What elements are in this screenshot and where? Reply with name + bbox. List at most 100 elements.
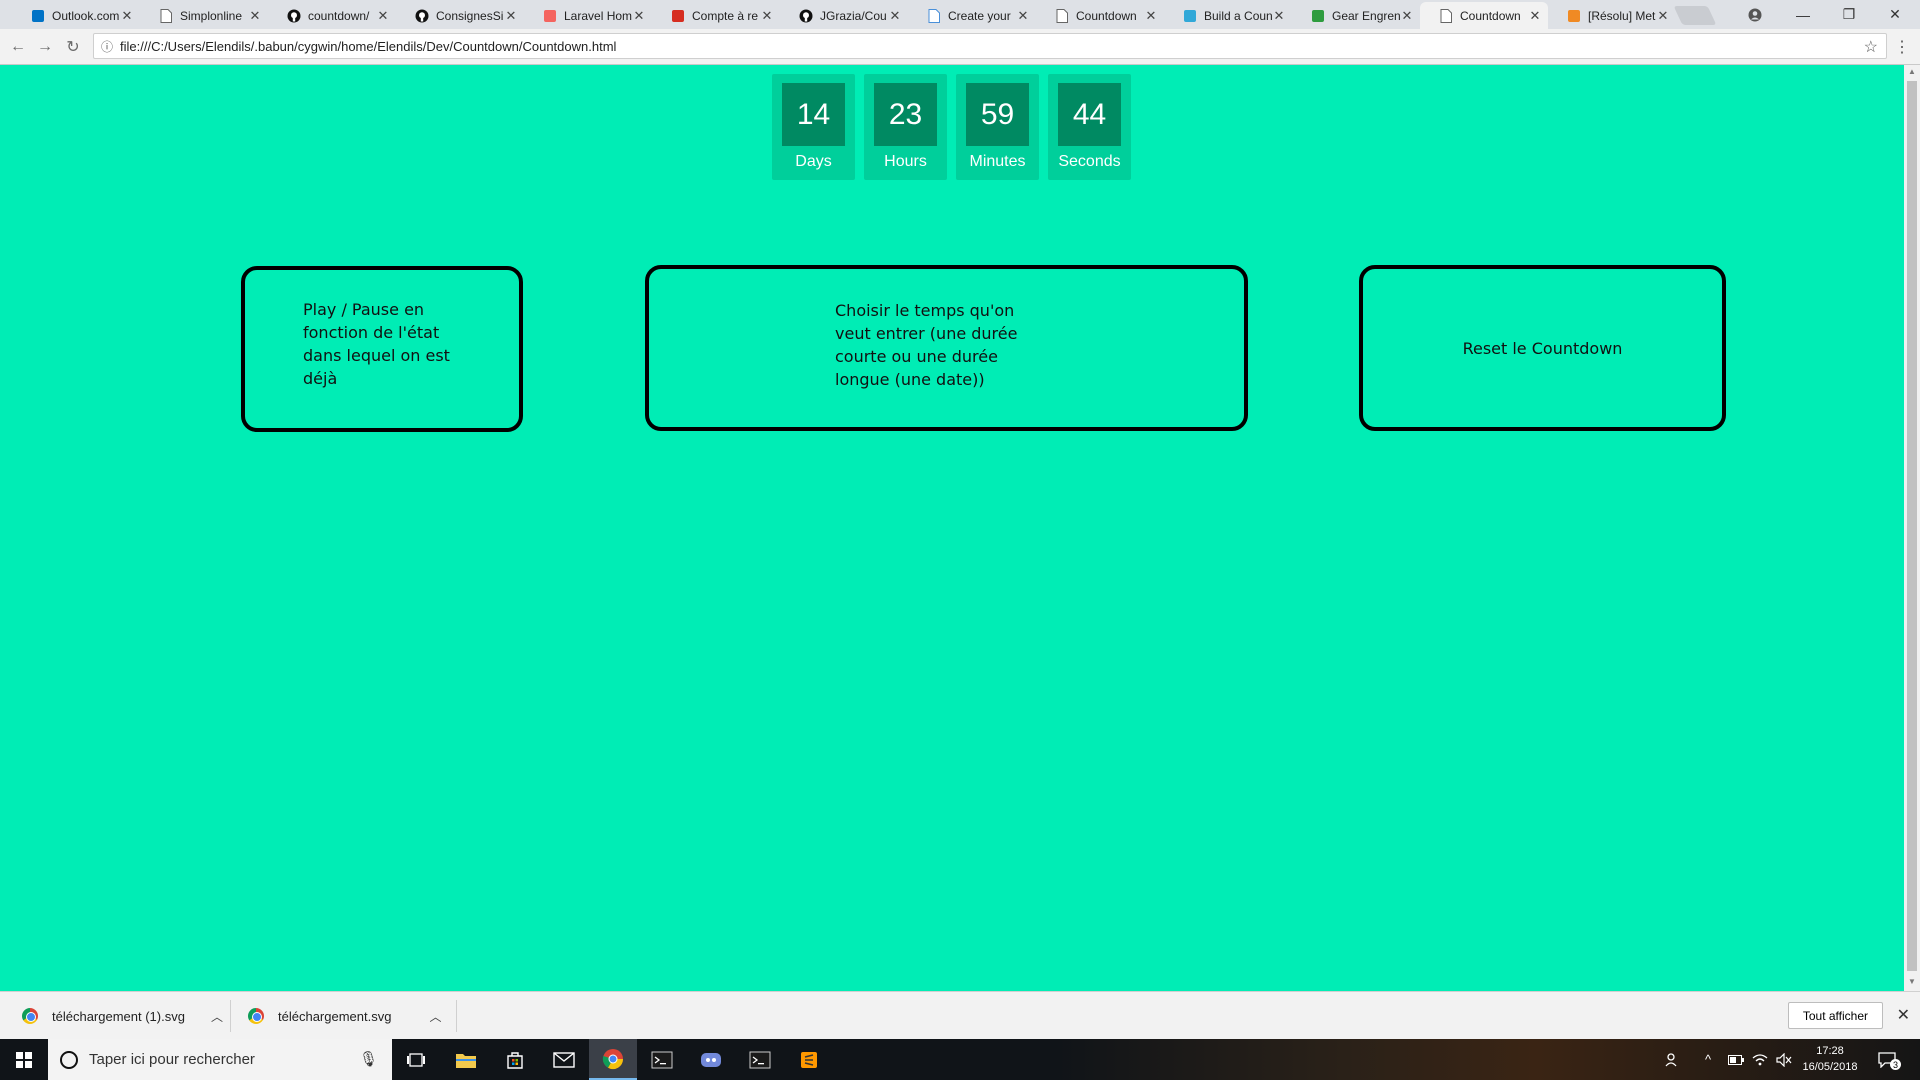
terminal-icon[interactable]: [638, 1039, 686, 1080]
browser-tab[interactable]: Laravel Hom ✕: [524, 2, 652, 29]
discord-icon[interactable]: [687, 1039, 735, 1080]
browser-tab[interactable]: Gear Engren ✕: [1292, 2, 1420, 29]
browser-tab[interactable]: JGrazia/Cou ✕: [780, 2, 908, 29]
close-window-button[interactable]: ✕: [1872, 0, 1918, 29]
swirl-icon: [670, 8, 686, 24]
terminal-icon[interactable]: [736, 1039, 784, 1080]
task-view-icon[interactable]: [392, 1039, 440, 1080]
browser-tab[interactable]: countdown/ ✕: [268, 2, 396, 29]
system-clock[interactable]: 17:28 16/05/2018: [1795, 1043, 1865, 1075]
chevron-up-icon[interactable]: ︿: [211, 1008, 223, 1025]
store-icon[interactable]: [491, 1039, 539, 1080]
chevron-up-icon[interactable]: ︿: [429, 1008, 441, 1025]
divider: [456, 1000, 457, 1032]
tab-title: Countdown: [1076, 8, 1137, 23]
tab-close-icon[interactable]: ✕: [120, 8, 134, 24]
windows-taskbar: Taper ici pour rechercher 🎙 ^ 17:28 16/0…: [0, 1039, 1920, 1080]
tab-close-icon[interactable]: ✕: [632, 8, 646, 24]
countdown-value: 14: [782, 83, 845, 146]
browser-menu-icon[interactable]: ⋮: [1894, 37, 1910, 57]
tab-close-icon[interactable]: ✕: [248, 8, 262, 24]
people-icon[interactable]: [1665, 1039, 1681, 1080]
info-icon[interactable]: ⓘ: [94, 38, 120, 55]
ccm-icon: [1566, 8, 1582, 24]
tab-close-icon[interactable]: ✕: [504, 8, 518, 24]
chevron-up-icon[interactable]: ^: [1705, 1039, 1711, 1080]
taskbar-search[interactable]: Taper ici pour rechercher 🎙: [48, 1039, 392, 1080]
tab-title: Simplonline: [180, 8, 243, 23]
tab-close-icon[interactable]: ✕: [376, 8, 390, 24]
github-icon: [286, 8, 302, 24]
microphone-icon[interactable]: 🎙: [359, 1050, 378, 1068]
battery-icon[interactable]: [1728, 1039, 1744, 1080]
show-all-downloads-button[interactable]: Tout afficher: [1787, 1002, 1883, 1029]
tab-close-icon[interactable]: ✕: [1144, 8, 1158, 24]
notification-center-icon[interactable]: 3: [1878, 1039, 1901, 1080]
tab-close-icon[interactable]: ✕: [1528, 8, 1542, 24]
github-icon: [798, 8, 814, 24]
url-text[interactable]: file:///C:/Users/Elendils/.babun/cygwin/…: [120, 39, 616, 54]
browser-tab[interactable]: Countdown ✕: [1036, 2, 1164, 29]
tab-close-icon[interactable]: ✕: [1272, 8, 1286, 24]
countdown-minutes: 59 Minutes: [956, 74, 1039, 180]
restore-button[interactable]: ❐: [1826, 0, 1872, 29]
countdown-value: 44: [1058, 83, 1121, 146]
sublime-text-icon[interactable]: [785, 1039, 833, 1080]
px-icon: [1310, 8, 1326, 24]
clock-time: 17:28: [1816, 1045, 1844, 1057]
tab-close-icon[interactable]: ✕: [1656, 8, 1670, 24]
countdown-seconds: 44 Seconds: [1048, 74, 1131, 180]
minimize-button[interactable]: —: [1780, 0, 1826, 29]
download-item[interactable]: téléchargement.svg ︿: [248, 992, 441, 1040]
tab-title: Countdown: [1460, 8, 1521, 23]
chrome-icon[interactable]: [589, 1039, 637, 1080]
mail-icon[interactable]: [540, 1039, 588, 1080]
vertical-scrollbar[interactable]: ▲ ▼: [1904, 65, 1920, 991]
chrome-file-icon: [248, 1008, 264, 1024]
browser-tab[interactable]: [Résolu] Met ✕: [1548, 2, 1676, 29]
browser-tab[interactable]: ConsignesSi ✕: [396, 2, 524, 29]
play-pause-box[interactable]: Play / Pause en fonction de l'état dans …: [241, 266, 523, 432]
start-button[interactable]: [0, 1039, 48, 1080]
browser-tab[interactable]: Create your ✕: [908, 2, 1036, 29]
tab-title: JGrazia/Cou: [820, 8, 887, 23]
tab-close-icon[interactable]: ✕: [760, 8, 774, 24]
wifi-icon[interactable]: [1752, 1039, 1768, 1080]
scroll-up-arrow-icon[interactable]: ▲: [1904, 67, 1920, 81]
bookmark-star-icon[interactable]: ☆: [1864, 37, 1878, 57]
profile-icon[interactable]: [1732, 0, 1778, 29]
countdown-days: 14 Days: [772, 74, 855, 180]
browser-tab[interactable]: Countdown ✕: [1420, 2, 1548, 29]
cortana-icon: [60, 1050, 78, 1069]
scrollbar-thumb[interactable]: [1907, 81, 1917, 971]
countdown-timer: 14 Days 23 Hours 59 Minutes 44 Seconds: [772, 74, 1131, 180]
download-item[interactable]: téléchargement (1).svg ︿: [22, 992, 223, 1040]
browser-tab[interactable]: Simplonline ✕: [140, 2, 268, 29]
scroll-down-arrow-icon[interactable]: ▼: [1904, 977, 1920, 991]
address-bar[interactable]: ⓘ file:///C:/Users/Elendils/.babun/cygwi…: [93, 33, 1887, 59]
divider: [230, 1000, 231, 1032]
forward-arrow-icon[interactable]: →: [35, 37, 55, 57]
close-icon[interactable]: ✕: [1897, 1005, 1910, 1025]
outlook-icon: [30, 8, 46, 24]
volume-muted-icon[interactable]: [1776, 1039, 1792, 1080]
laravel-icon: [542, 8, 558, 24]
tab-close-icon[interactable]: ✕: [888, 8, 902, 24]
browser-tab[interactable]: Compte à re ✕: [652, 2, 780, 29]
choose-time-box[interactable]: Choisir le temps qu'on veut entrer (une …: [645, 265, 1248, 431]
sitepoint-icon: [1182, 8, 1198, 24]
browser-tab[interactable]: Build a Coun ✕: [1164, 2, 1292, 29]
tab-title: countdown/: [308, 8, 370, 23]
reset-box[interactable]: Reset le Countdown: [1359, 265, 1726, 431]
back-arrow-icon[interactable]: ←: [8, 37, 28, 57]
tab-close-icon[interactable]: ✕: [1016, 8, 1030, 24]
browser-tab[interactable]: Outlook.com ✕: [12, 2, 140, 29]
countdown-value: 59: [966, 83, 1029, 146]
clock-date: 16/05/2018: [1802, 1061, 1858, 1073]
tab-close-icon[interactable]: ✕: [1400, 8, 1414, 24]
tab-title: Compte à re: [692, 8, 759, 23]
search-placeholder[interactable]: Taper ici pour rechercher: [89, 1051, 255, 1068]
reload-icon[interactable]: ↻: [63, 37, 83, 57]
tab-title: ConsignesSi: [436, 8, 504, 23]
file-explorer-icon[interactable]: [442, 1039, 490, 1080]
